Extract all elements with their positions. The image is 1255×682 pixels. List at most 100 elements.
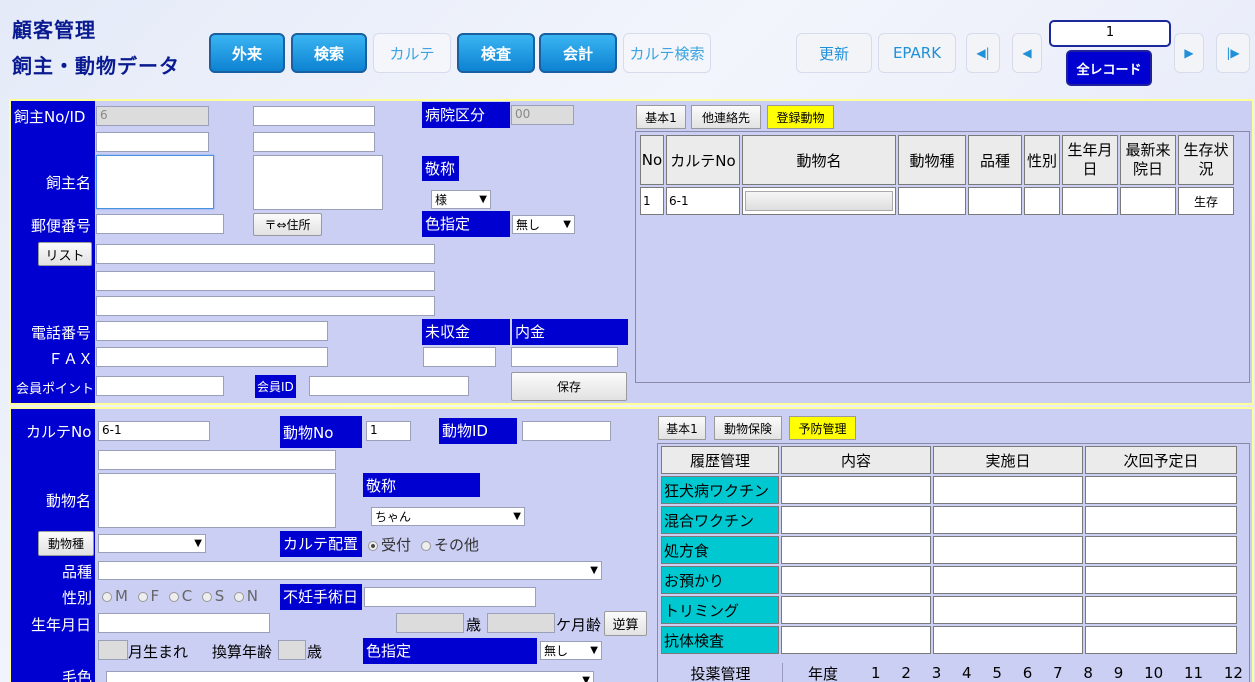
tab-animal-basic[interactable]: 基本1 [658,416,706,440]
next-date-cell[interactable] [1085,596,1237,624]
date-cell[interactable] [933,476,1083,504]
sex-radio-group[interactable]: M F C S N [102,587,258,605]
next-date-cell[interactable] [1085,626,1237,654]
birth-month-field[interactable] [98,640,128,660]
points-field[interactable] [96,376,224,396]
converted-age-field[interactable] [278,640,306,660]
animal-title-select[interactable]: ちゃん ▼ [371,507,525,526]
radio-icon[interactable] [168,591,179,602]
breed-select[interactable]: ▼ [98,561,602,580]
karte-no-field[interactable]: 6-1 [98,421,210,441]
owner-last-name-field[interactable] [96,155,214,209]
owner-kana-field-1[interactable] [96,132,209,152]
animal-kana-field[interactable] [98,450,336,470]
owner-first-name-field[interactable] [253,155,383,210]
first-record-icon[interactable]: ◀| [966,33,1000,73]
next-date-cell[interactable] [1085,566,1237,594]
date-cell[interactable] [933,536,1083,564]
next-date-cell[interactable] [1085,536,1237,564]
content-cell[interactable] [781,536,931,564]
table-row[interactable]: 1 6-1 生存 [640,187,1234,215]
prev-record-icon[interactable]: ◀ [1012,33,1042,73]
nav-exam-button[interactable]: 検査 [457,33,535,73]
nav-search-button[interactable]: 検索 [291,33,367,73]
address-field-3[interactable] [96,296,435,316]
save-button[interactable]: 保存 [511,372,627,401]
row-birth [1062,187,1118,215]
date-cell[interactable] [933,626,1083,654]
next-date-cell[interactable] [1085,476,1237,504]
tab-registered-animals[interactable]: 登録動物 [767,105,834,129]
animal-id-field[interactable] [522,421,611,441]
sex-label: 性別 [62,589,93,607]
date-cell[interactable] [933,596,1083,624]
zip-field[interactable] [96,214,224,234]
unpaid-field[interactable] [423,347,496,367]
nav-karte-search-button[interactable]: カルテ検索 [623,33,711,73]
address-field-1[interactable] [96,244,435,264]
species-select[interactable]: ▼ [98,534,206,553]
deposit-field[interactable] [511,347,618,367]
all-records-button[interactable]: 全レコード [1066,50,1152,86]
tab-insurance[interactable]: 動物保険 [714,416,782,440]
content-cell[interactable] [781,476,931,504]
tel-label: 電話番号 [31,324,92,342]
reverse-calc-button[interactable]: 逆算 [604,611,647,636]
owner-color-select[interactable]: 無し ▼ [512,215,575,234]
next-date-cell[interactable] [1085,506,1237,534]
fax-field[interactable] [96,347,328,367]
animal-name-button[interactable] [745,191,893,211]
born-month-label: 月生まれ [128,643,189,661]
zip-address-button[interactable]: 〒⇔住所 [253,213,322,236]
tab-other-contacts[interactable]: 他連絡先 [691,105,761,129]
content-cell[interactable] [781,506,931,534]
sterilization-date-field[interactable] [364,587,536,607]
owner-title-select[interactable]: 様 ▼ [431,190,491,209]
chevron-down-icon: ▼ [194,538,202,549]
date-cell[interactable] [933,566,1083,594]
radio-selected-icon[interactable] [368,540,378,551]
content-cell[interactable] [781,626,931,654]
age-years-field[interactable] [396,613,464,633]
nav-billing-button[interactable]: 会計 [539,33,617,73]
nav-outpatient-button[interactable]: 外来 [209,33,285,73]
radio-icon[interactable] [233,591,244,602]
tab-prevention[interactable]: 予防管理 [789,416,856,440]
address-field-2[interactable] [96,271,435,291]
animal-color-select[interactable]: 無し ▼ [540,641,602,660]
birth-date-field[interactable] [98,613,270,633]
animal-no-field[interactable]: 1 [366,421,411,441]
nav-karte-button[interactable]: カルテ [373,33,451,73]
owner-kana-field-2[interactable] [253,132,375,152]
member-id-field[interactable] [309,376,469,396]
age-months-field[interactable] [487,613,555,633]
animal-name-field[interactable] [98,473,336,528]
content-cell[interactable] [781,596,931,624]
row-animal-name[interactable] [742,187,896,215]
update-button[interactable]: 更新 [796,33,872,73]
owner-sub-id-field[interactable] [253,106,375,126]
record-number-input[interactable]: 1 [1049,20,1171,47]
hospital-field[interactable]: 00 [511,105,574,125]
radio-icon[interactable] [201,591,212,602]
list-button[interactable]: リスト [38,242,92,266]
last-record-icon[interactable]: |▶ [1216,33,1250,73]
table-row: トリミング [661,596,1237,624]
owner-id-field[interactable]: 6 [96,106,209,126]
next-record-icon[interactable]: ▶ [1174,33,1204,73]
animal-name-label: 動物名 [46,492,92,510]
radio-icon[interactable] [137,591,148,602]
radio-icon[interactable] [421,540,432,551]
tab-basic[interactable]: 基本1 [636,105,686,129]
radio-icon[interactable] [102,591,112,602]
coat-select[interactable]: ▼ [106,671,594,682]
species-button[interactable]: 動物種 [38,531,94,556]
chevron-down-icon: ▼ [563,219,571,230]
table-row: 狂犬病ワクチン [661,476,1237,504]
tel-field[interactable] [96,321,328,341]
epark-button[interactable]: EPARK [878,33,956,73]
date-cell[interactable] [933,506,1083,534]
content-cell[interactable] [781,566,931,594]
karte-location-radio-group[interactable]: 受付 その他 [368,534,479,555]
birth-label: 生年月日 [31,616,92,634]
